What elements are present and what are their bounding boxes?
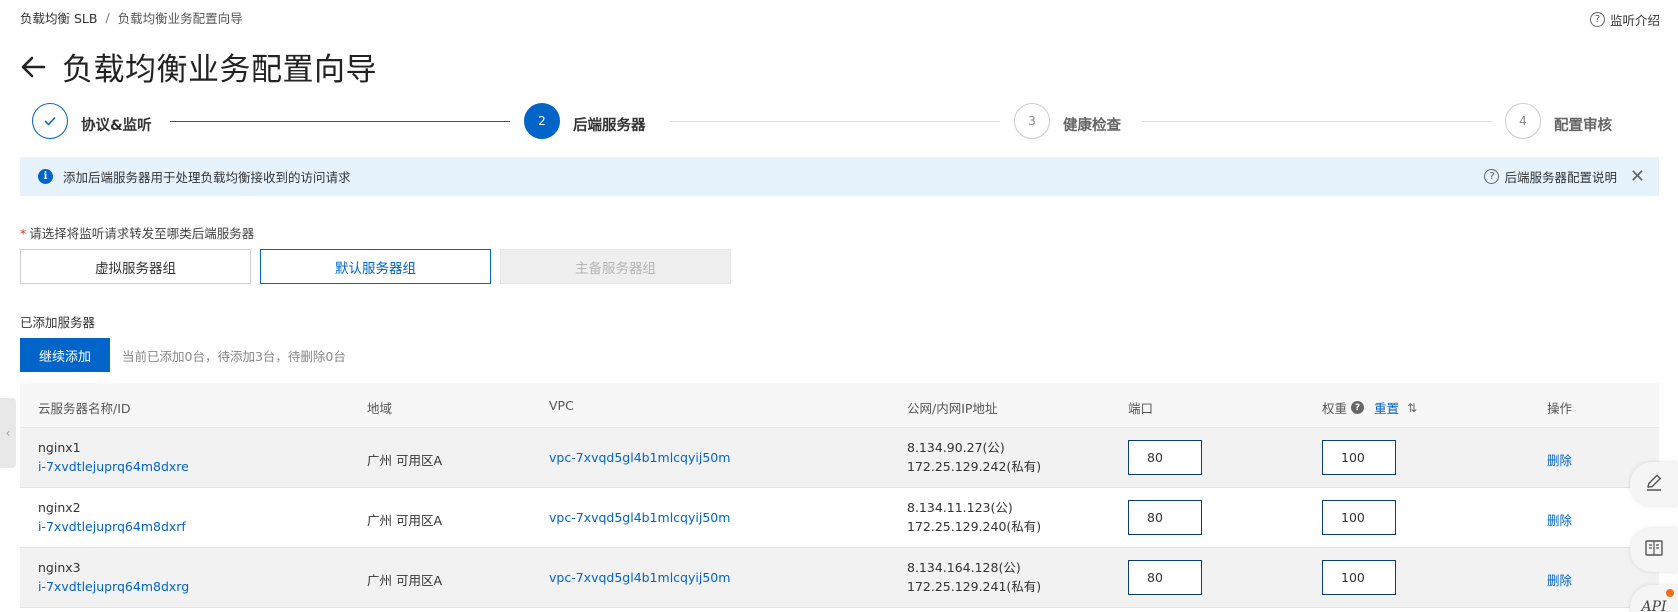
continue-add-button[interactable]: 继续添加 [20, 338, 110, 372]
weight-help-icon[interactable]: ? [1351, 401, 1365, 414]
breadcrumb-separator: / [105, 10, 110, 25]
step-3-label: 健康检查 [1063, 118, 1121, 134]
server-name-cell: nginx2 i-7xvdtlejuprq64m8dxrf [38, 498, 186, 536]
server-name-cell: nginx1 i-7xvdtlejuprq64m8dxre [38, 438, 189, 476]
step-4-label: 配置审核 [1554, 118, 1612, 134]
question-icon: ? [1589, 12, 1605, 27]
book-icon [1644, 539, 1664, 561]
step-connector-1 [170, 121, 510, 122]
column-header-action: 操作 [1547, 401, 1573, 416]
vpc-link[interactable]: vpc-7xvqd5gl4b1mlcqyij50m [549, 510, 730, 525]
step-1-label: 协议&监听 [81, 118, 152, 134]
column-header-ip: 公网/内网IP地址 [907, 401, 998, 416]
added-servers-label: 已添加服务器 [20, 315, 96, 330]
vpc-link[interactable]: vpc-7xvqd5gl4b1mlcqyij50m [549, 450, 730, 465]
api-tool-button[interactable]: API [1630, 585, 1678, 612]
weight-header-label: 权重 [1322, 401, 1348, 416]
ip-cell: 8.134.164.128(公) 172.25.129.241(私有) [907, 558, 1041, 596]
region-cell: 广州 可用区A [367, 453, 443, 468]
step-4-marker: 4 [1505, 103, 1541, 139]
public-ip: 8.134.11.123(公) [907, 500, 1013, 515]
backend-config-help-label: 后端服务器配置说明 [1504, 170, 1617, 185]
sort-icon[interactable]: ⇅ [1407, 401, 1417, 415]
sidebar-collapse-handle[interactable]: ‹ [0, 398, 16, 468]
column-header-vpc: VPC [549, 398, 574, 413]
step-1-check-icon [32, 103, 68, 139]
server-type-prompt: * 请选择将监听请求转发至哪类后端服务器 [20, 223, 254, 242]
column-header-weight: 权重 ? 重置 ⇅ [1322, 398, 1417, 417]
region-cell: 广州 可用区A [367, 513, 443, 528]
page-title: 负载均衡业务配置向导 [62, 52, 377, 88]
port-input[interactable]: 80 [1128, 440, 1202, 475]
column-header-region: 地域 [367, 401, 393, 416]
server-name: nginx3 [38, 560, 81, 575]
banner-text: 添加后端服务器用于处理负载均衡接收到的访问请求 [63, 170, 351, 185]
table-row: nginx2 i-7xvdtlejuprq64m8dxrf 广州 可用区A vp… [20, 488, 1659, 548]
back-arrow-icon[interactable] [18, 52, 48, 82]
chevron-left-icon: ‹ [5, 426, 11, 440]
server-id-link[interactable]: i-7xvdtlejuprq64m8dxre [38, 457, 189, 476]
server-id-link[interactable]: i-7xvdtlejuprq64m8dxrf [38, 517, 186, 536]
listener-help-link[interactable]: ? 监听介绍 [1589, 10, 1660, 29]
private-ip: 172.25.129.242(私有) [907, 459, 1042, 474]
table-header: 云服务器名称/ID 地域 VPC 公网/内网IP地址 端口 权重 ? 重置 ⇅ … [20, 383, 1659, 428]
private-ip: 172.25.129.240(私有) [907, 519, 1042, 534]
breadcrumb: 负载均衡 SLB / 负载均衡业务配置向导 [20, 8, 243, 27]
region-cell: 广州 可用区A [367, 573, 443, 588]
edit-tool-button[interactable] [1630, 462, 1678, 506]
virtual-server-group-button[interactable]: 虚拟服务器组 [20, 249, 251, 284]
server-type-prompt-text: 请选择将监听请求转发至哪类后端服务器 [29, 226, 255, 241]
delete-link[interactable]: 删除 [1547, 510, 1572, 529]
ip-cell: 8.134.90.27(公) 172.25.129.242(私有) [907, 438, 1041, 476]
required-mark: * [20, 226, 27, 241]
step-connector-2 [670, 121, 1000, 122]
public-ip: 8.134.164.128(公) [907, 560, 1021, 575]
notification-dot [1666, 589, 1674, 597]
backend-config-help-link[interactable]: ? 后端服务器配置说明 [1484, 167, 1617, 186]
step-2-marker: 2 [524, 103, 560, 139]
delete-link[interactable]: 删除 [1547, 570, 1572, 589]
weight-input[interactable]: 100 [1322, 440, 1396, 475]
vpc-link[interactable]: vpc-7xvqd5gl4b1mlcqyij50m [549, 570, 730, 585]
table-row: nginx1 i-7xvdtlejuprq64m8dxre 广州 可用区A vp… [20, 428, 1659, 488]
port-input[interactable]: 80 [1128, 560, 1202, 595]
info-banner: i 添加后端服务器用于处理负载均衡接收到的访问请求 ? 后端服务器配置说明 ✕ [20, 157, 1659, 196]
column-header-port: 端口 [1128, 401, 1154, 416]
default-server-group-button[interactable]: 默认服务器组 [260, 249, 491, 284]
add-status-text: 当前已添加0台，待添加3台，待删除0台 [122, 349, 346, 364]
server-id-link[interactable]: i-7xvdtlejuprq64m8dxrg [38, 577, 189, 596]
weight-reset-link[interactable]: 重置 [1374, 398, 1399, 417]
step-2-label: 后端服务器 [573, 118, 646, 134]
ip-cell: 8.134.11.123(公) 172.25.129.240(私有) [907, 498, 1041, 536]
private-ip: 172.25.129.241(私有) [907, 579, 1042, 594]
public-ip: 8.134.90.27(公) [907, 440, 1005, 455]
table-row: nginx3 i-7xvdtlejuprq64m8dxrg 广州 可用区A vp… [20, 548, 1659, 608]
server-name: nginx1 [38, 440, 81, 455]
step-connector-3 [1142, 121, 1492, 122]
breadcrumb-current: 负载均衡业务配置向导 [117, 11, 243, 26]
weight-input[interactable]: 100 [1322, 560, 1396, 595]
server-table: 云服务器名称/ID 地域 VPC 公网/内网IP地址 端口 权重 ? 重置 ⇅ … [20, 383, 1659, 612]
weight-input[interactable]: 100 [1322, 500, 1396, 535]
breadcrumb-root-link[interactable]: 负载均衡 SLB [20, 8, 97, 27]
docs-tool-button[interactable] [1630, 528, 1678, 572]
close-icon[interactable]: ✕ [1630, 167, 1645, 186]
pencil-icon [1644, 472, 1664, 496]
delete-link[interactable]: 删除 [1547, 450, 1572, 469]
server-name: nginx2 [38, 500, 81, 515]
listener-help-label: 监听介绍 [1609, 13, 1660, 28]
master-slave-server-group-button: 主备服务器组 [500, 249, 731, 284]
column-header-name: 云服务器名称/ID [38, 401, 131, 416]
question-icon: ? [1484, 169, 1500, 184]
page-header: 负载均衡业务配置向导 [18, 44, 377, 89]
server-name-cell: nginx3 i-7xvdtlejuprq64m8dxrg [38, 558, 189, 596]
step-3-marker: 3 [1014, 103, 1050, 139]
port-input[interactable]: 80 [1128, 500, 1202, 535]
api-label: API [1641, 599, 1667, 612]
info-icon: i [38, 169, 53, 184]
